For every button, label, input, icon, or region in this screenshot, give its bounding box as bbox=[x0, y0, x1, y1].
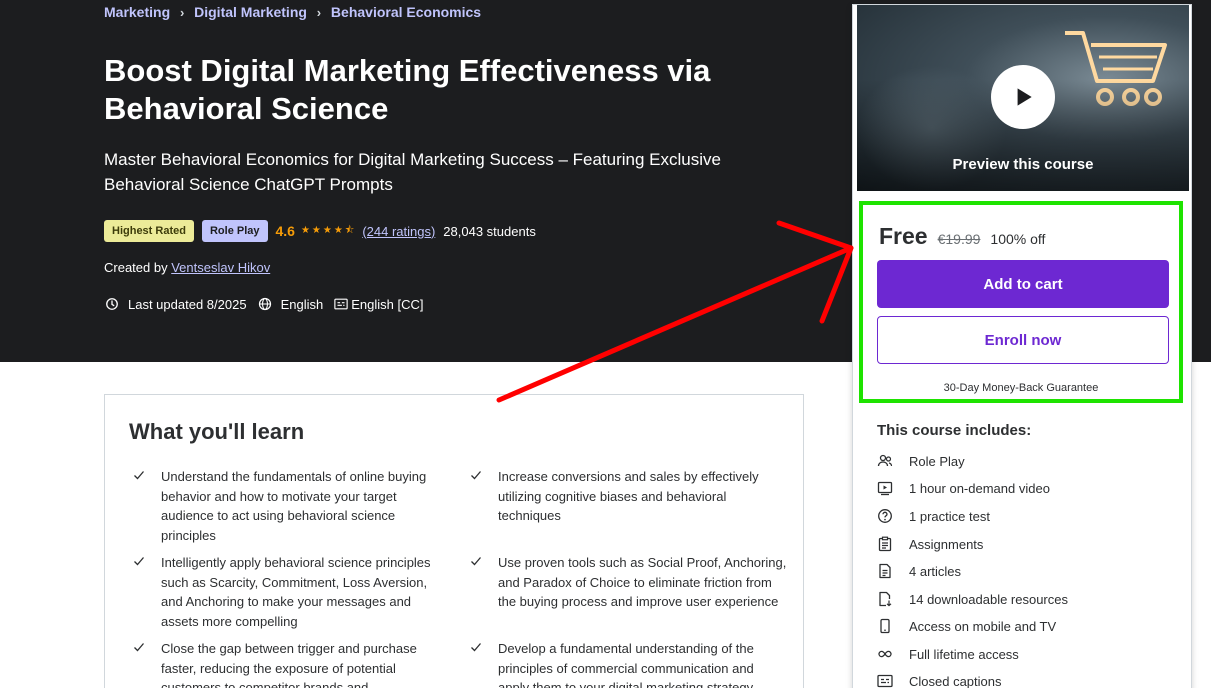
breadcrumb-behavioral-economics[interactable]: Behavioral Economics bbox=[331, 4, 481, 20]
video-icon bbox=[877, 480, 893, 496]
instructor-link[interactable]: Ventseslav Hikov bbox=[171, 260, 270, 275]
check-icon bbox=[131, 639, 147, 655]
rating-value: 4.6 bbox=[275, 223, 295, 239]
question-icon bbox=[877, 508, 893, 524]
learn-item-text: Intelligently apply behavioral science p… bbox=[161, 555, 431, 629]
includes-item-label: Access on mobile and TV bbox=[909, 618, 1057, 634]
course-captions: English [CC] bbox=[351, 296, 424, 312]
check-icon bbox=[468, 553, 484, 569]
check-icon bbox=[468, 639, 484, 655]
learn-item: Use proven tools such as Social Proof, A… bbox=[471, 553, 788, 612]
clipboard-icon bbox=[877, 536, 893, 552]
learn-item-text: Understand the fundamentals of online bu… bbox=[161, 469, 427, 543]
includes-item-label: Role Play bbox=[909, 453, 965, 469]
includes-item: 14 downloadable resources bbox=[877, 589, 1068, 609]
users-icon bbox=[877, 453, 893, 469]
what-youll-learn-box: What you'll learn Understand the fundame… bbox=[104, 394, 804, 688]
globe-icon bbox=[257, 296, 273, 312]
created-by-label: Created by bbox=[104, 260, 168, 275]
includes-item-label: 1 practice test bbox=[909, 508, 990, 524]
breadcrumb-digital-marketing[interactable]: Digital Marketing bbox=[194, 4, 307, 20]
includes-item: Access on mobile and TV bbox=[877, 616, 1056, 636]
chevron-right-icon: › bbox=[316, 4, 322, 20]
includes-item: 1 practice test bbox=[877, 506, 990, 526]
article-icon bbox=[877, 563, 893, 579]
money-back-guarantee: 30-Day Money-Back Guarantee bbox=[943, 382, 1099, 394]
includes-item: Assignments bbox=[877, 534, 983, 554]
chevron-right-icon: › bbox=[179, 4, 185, 20]
includes-title: This course includes: bbox=[877, 422, 1032, 439]
check-icon bbox=[131, 553, 147, 569]
alert-clock-icon bbox=[104, 296, 120, 312]
breadcrumb: Marketing › Digital Marketing › Behavior… bbox=[104, 4, 481, 20]
includes-item: Closed captions bbox=[877, 671, 1002, 688]
includes-item-label: Closed captions bbox=[909, 673, 1002, 688]
course-badges-row: Highest Rated Role Play 4.6 ★★★★⯪ (244 r… bbox=[104, 220, 536, 242]
discount-label: 100% off bbox=[990, 231, 1046, 247]
includes-item: Role Play bbox=[877, 451, 965, 471]
learn-item-text: Close the gap between trigger and purcha… bbox=[161, 641, 417, 688]
learn-item: Close the gap between trigger and purcha… bbox=[134, 639, 451, 688]
course-subtitle: Master Behavioral Economics for Digital … bbox=[104, 150, 721, 194]
mobile-icon bbox=[877, 618, 893, 634]
course-language: English bbox=[280, 296, 324, 312]
includes-item-label: 1 hour on-demand video bbox=[909, 480, 1050, 496]
check-icon bbox=[131, 467, 147, 483]
check-icon bbox=[468, 467, 484, 483]
course-title: Boost Digital Marketing Effectiveness vi… bbox=[104, 53, 711, 126]
captions-icon bbox=[877, 673, 893, 688]
captions-icon bbox=[333, 296, 349, 312]
learn-item-text: Develop a fundamental understanding of t… bbox=[498, 641, 754, 688]
highlighted-buy-box: Free €19.99 100% off Add to cart Enroll … bbox=[859, 201, 1183, 403]
course-meta-row: Last updated 8/2025 English English [CC] bbox=[104, 295, 433, 313]
highest-rated-badge: Highest Rated bbox=[104, 220, 194, 242]
learn-item: Intelligently apply behavioral science p… bbox=[134, 553, 451, 631]
learn-item-text: Use proven tools such as Social Proof, A… bbox=[498, 555, 787, 609]
learn-item: Develop a fundamental understanding of t… bbox=[471, 639, 788, 688]
learn-item: Understand the fundamentals of online bu… bbox=[134, 467, 451, 545]
role-play-badge: Role Play bbox=[201, 220, 268, 242]
learn-item: Increase conversions and sales by effect… bbox=[471, 467, 788, 526]
star-rating-icon: ★★★★⯪ bbox=[300, 224, 357, 236]
includes-item: 4 articles bbox=[877, 561, 961, 581]
original-price: €19.99 bbox=[937, 231, 981, 247]
price-row: Free €19.99 100% off bbox=[879, 223, 1045, 250]
add-to-cart-button[interactable]: Add to cart bbox=[877, 260, 1169, 308]
play-button[interactable] bbox=[991, 65, 1055, 129]
students-count: 28,043 students bbox=[443, 223, 536, 239]
infinity-icon bbox=[877, 646, 893, 662]
what-youll-learn-title: What you'll learn bbox=[129, 419, 305, 444]
download-icon bbox=[877, 591, 893, 607]
purchase-sidebar: Preview this course Free €19.99 100% off… bbox=[852, 4, 1192, 688]
preview-course-label[interactable]: Preview this course bbox=[857, 156, 1189, 173]
enroll-now-button[interactable]: Enroll now bbox=[877, 316, 1169, 364]
breadcrumb-marketing[interactable]: Marketing bbox=[104, 4, 170, 20]
created-by: Created by Ventseslav Hikov bbox=[104, 260, 270, 275]
includes-item-label: 4 articles bbox=[909, 563, 962, 579]
course-preview-video[interactable]: Preview this course bbox=[857, 5, 1189, 191]
includes-item-label: Full lifetime access bbox=[909, 646, 1019, 662]
includes-item: 1 hour on-demand video bbox=[877, 478, 1050, 498]
learn-item-text: Increase conversions and sales by effect… bbox=[498, 469, 759, 523]
play-icon bbox=[1017, 88, 1032, 106]
current-price: Free bbox=[879, 223, 928, 249]
includes-item: Full lifetime access bbox=[877, 644, 1019, 664]
includes-item-label: 14 downloadable resources bbox=[909, 591, 1068, 607]
ratings-count-link[interactable]: (244 ratings) bbox=[362, 224, 435, 239]
last-updated: Last updated 8/2025 bbox=[128, 296, 247, 312]
includes-item-label: Assignments bbox=[909, 536, 984, 552]
